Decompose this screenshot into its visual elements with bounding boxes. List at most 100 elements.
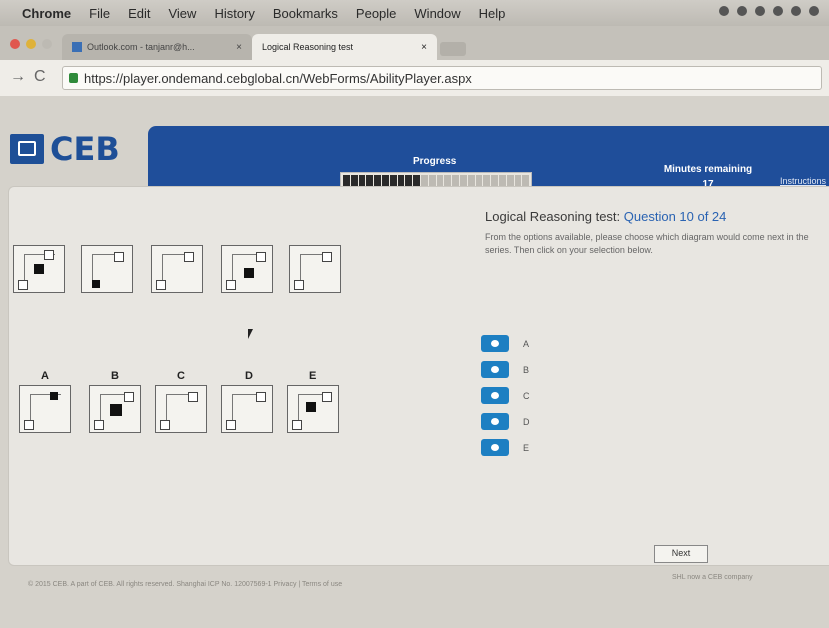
menu-help[interactable]: Help bbox=[479, 6, 506, 21]
menu-file[interactable]: File bbox=[89, 6, 110, 21]
menu-bookmarks[interactable]: Bookmarks bbox=[273, 6, 338, 21]
menu-edit[interactable]: Edit bbox=[128, 6, 150, 21]
white-square bbox=[322, 392, 332, 402]
radio-label-c: C bbox=[523, 390, 530, 401]
radio-button-c[interactable] bbox=[481, 387, 509, 404]
white-square bbox=[160, 420, 170, 430]
tab-label: Logical Reasoning test bbox=[262, 42, 354, 52]
black-square bbox=[110, 404, 122, 416]
sequence-diagram-1 bbox=[13, 245, 65, 293]
answer-option-d[interactable]: D bbox=[481, 413, 530, 430]
forward-arrow-icon[interactable]: → bbox=[10, 68, 26, 86]
mac-menubar: Chrome File Edit View History Bookmarks … bbox=[0, 0, 829, 26]
option-letter-a: A bbox=[41, 370, 49, 382]
next-button[interactable]: Next bbox=[654, 545, 708, 563]
radio-button-e[interactable] bbox=[481, 439, 509, 456]
white-square bbox=[18, 280, 28, 290]
address-bar: → C https://player.ondemand.cebglobal.cn… bbox=[0, 60, 829, 97]
black-square bbox=[244, 268, 254, 278]
reload-icon[interactable]: C bbox=[34, 68, 46, 86]
radio-button-d[interactable] bbox=[481, 413, 509, 430]
close-window-icon[interactable] bbox=[10, 39, 20, 49]
test-header-banner: Progress Minutes remaining 17 Instructio… bbox=[148, 126, 829, 192]
status-icon[interactable] bbox=[809, 6, 819, 16]
ceb-logo: CEB bbox=[10, 130, 120, 168]
status-icon[interactable] bbox=[755, 6, 765, 16]
menu-app-chrome[interactable]: Chrome bbox=[22, 6, 71, 21]
web-page: CEB Progress Minutes remaining 17 Instru… bbox=[0, 96, 829, 628]
option-diagram-c bbox=[155, 385, 207, 433]
white-square bbox=[44, 250, 54, 260]
answer-option-c[interactable]: C bbox=[481, 387, 530, 404]
zoom-window-icon[interactable] bbox=[42, 39, 52, 49]
option-diagram-a bbox=[19, 385, 71, 433]
sequence-diagram-3 bbox=[151, 245, 203, 293]
white-square bbox=[292, 420, 302, 430]
menu-people[interactable]: People bbox=[356, 6, 396, 21]
radio-label-b: B bbox=[523, 364, 530, 375]
white-square bbox=[256, 392, 266, 402]
minimize-window-icon[interactable] bbox=[26, 39, 36, 49]
black-square bbox=[34, 264, 44, 274]
outlook-icon bbox=[72, 42, 82, 52]
question-instructions: From the options available, please choos… bbox=[485, 232, 809, 255]
status-icon[interactable] bbox=[719, 6, 729, 16]
lock-icon bbox=[69, 73, 78, 83]
option-diagram-e bbox=[287, 385, 339, 433]
url-field[interactable]: https://player.ondemand.cebglobal.cn/Web… bbox=[62, 66, 822, 90]
option-letter-d: D bbox=[245, 370, 253, 382]
question-card: Logical Reasoning test: Question 10 of 2… bbox=[8, 186, 829, 566]
white-square bbox=[24, 420, 34, 430]
close-tab-icon[interactable]: × bbox=[236, 42, 242, 53]
white-square bbox=[124, 392, 134, 402]
white-square bbox=[294, 280, 304, 290]
radio-label-e: E bbox=[523, 442, 530, 453]
new-tab-button[interactable] bbox=[440, 42, 466, 56]
tab-logical-reasoning[interactable]: Logical Reasoning test × bbox=[252, 34, 437, 142]
test-name: Logical Reasoning test: bbox=[485, 209, 624, 224]
white-square bbox=[94, 420, 104, 430]
bank-icon bbox=[10, 134, 44, 164]
white-square bbox=[188, 392, 198, 402]
question-title: Logical Reasoning test: Question 10 of 2… bbox=[485, 209, 726, 224]
option-diagram-d bbox=[221, 385, 273, 433]
answer-option-b[interactable]: B bbox=[481, 361, 529, 378]
progress-label: Progress bbox=[413, 156, 457, 167]
black-square bbox=[50, 392, 58, 400]
status-icon[interactable] bbox=[737, 6, 747, 16]
status-icons bbox=[719, 6, 819, 16]
black-square bbox=[92, 280, 100, 288]
white-square bbox=[256, 252, 266, 262]
tab-strip: Outlook.com - tanjanr@h... × Logical Rea… bbox=[0, 26, 829, 142]
white-square bbox=[156, 280, 166, 290]
radio-button-a[interactable] bbox=[481, 335, 509, 352]
status-icon[interactable] bbox=[773, 6, 783, 16]
close-tab-icon[interactable]: × bbox=[421, 42, 427, 53]
menu-window[interactable]: Window bbox=[414, 6, 460, 21]
status-icon[interactable] bbox=[791, 6, 801, 16]
instructions-link[interactable]: Instructions bbox=[780, 176, 826, 186]
menu-history[interactable]: History bbox=[214, 6, 254, 21]
option-letter-b: B bbox=[111, 370, 119, 382]
radio-button-b[interactable] bbox=[481, 361, 509, 378]
black-square bbox=[306, 402, 316, 412]
url-text: https://player.ondemand.cebglobal.cn/Web… bbox=[84, 70, 472, 86]
logo-text: CEB bbox=[50, 130, 120, 168]
option-diagram-b bbox=[89, 385, 141, 433]
white-square bbox=[114, 252, 124, 262]
white-square bbox=[226, 280, 236, 290]
minutes-label: Minutes remaining bbox=[663, 164, 753, 175]
answer-option-a[interactable]: A bbox=[481, 335, 529, 352]
white-square bbox=[184, 252, 194, 262]
answer-option-e[interactable]: E bbox=[481, 439, 529, 456]
option-letter-c: C bbox=[177, 370, 185, 382]
tab-outlook[interactable]: Outlook.com - tanjanr@h... × bbox=[62, 34, 252, 60]
question-number: Question 10 of 24 bbox=[623, 209, 727, 224]
radio-label-d: D bbox=[523, 416, 530, 427]
menu-view[interactable]: View bbox=[168, 6, 196, 21]
radio-label-a: A bbox=[523, 338, 530, 349]
tab-label: Outlook.com - tanjanr@h... bbox=[87, 42, 195, 52]
sequence-diagram-5 bbox=[289, 245, 341, 293]
window-controls bbox=[10, 39, 52, 49]
white-square bbox=[226, 420, 236, 430]
